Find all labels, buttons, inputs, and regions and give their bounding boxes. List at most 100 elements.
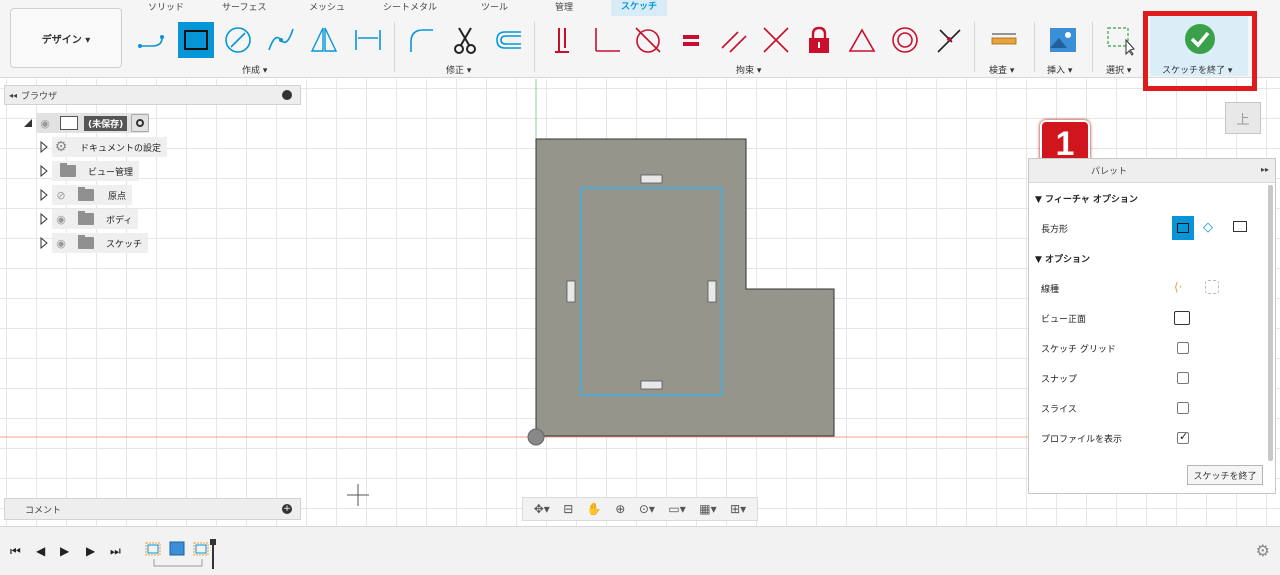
construction-line-icon[interactable]: ⟨·: [1174, 280, 1183, 294]
tab-mesh[interactable]: メッシュ: [309, 0, 345, 14]
ribbon-toolbar: デザイン ▾ ソリッド サーフェス メッシュ シートメタル ツール 管理 スケッ…: [0, 0, 1280, 78]
viewports-icon[interactable]: ⊞▾: [730, 502, 746, 516]
rect-3point-icon[interactable]: ◇: [1203, 220, 1213, 235]
fillet-tool-icon[interactable]: [403, 22, 439, 58]
callout-highlight: [1143, 11, 1257, 91]
tree-item-origin[interactable]: ⊘ 原点: [36, 185, 133, 205]
rect-center-icon[interactable]: [1233, 221, 1247, 232]
tree-item-sketches[interactable]: ◉ スケッチ: [36, 233, 149, 253]
add-comment-icon[interactable]: +: [282, 504, 292, 514]
concentric-constraint-icon[interactable]: [887, 22, 923, 58]
trim-tool-icon[interactable]: [447, 22, 483, 58]
palette-row-sketch-grid: スケッチ グリッド: [1041, 345, 1116, 355]
collapse-icon[interactable]: ◂◂: [5, 91, 21, 100]
snap-checkbox[interactable]: [1177, 372, 1189, 384]
rectangle-label: 長方形: [1041, 225, 1069, 235]
spline-tool-icon[interactable]: [263, 22, 299, 58]
folder-icon: [78, 235, 94, 249]
tangent-constraint-icon[interactable]: [630, 22, 666, 58]
workspace-switcher[interactable]: デザイン ▾: [10, 8, 122, 68]
symmetry-constraint-icon[interactable]: [844, 22, 880, 58]
tab-sketch[interactable]: スケッチ: [611, 0, 668, 16]
grid-settings-icon[interactable]: ▦▾: [699, 502, 716, 516]
tree-item-named-views[interactable]: ビュー管理: [36, 161, 140, 181]
modify-group-label[interactable]: 修正 ▾: [446, 63, 471, 76]
activate-radio[interactable]: [131, 114, 150, 132]
select-group-label[interactable]: 選択 ▾: [1106, 63, 1131, 76]
create-group-label[interactable]: 作成 ▾: [242, 63, 267, 76]
step-forward-icon[interactable]: ▶: [86, 544, 95, 558]
rectangle-tool-icon[interactable]: [178, 22, 214, 58]
tree-item-bodies[interactable]: ◉ ボディ: [36, 209, 139, 229]
measure-tool-icon[interactable]: [986, 22, 1022, 58]
select-tool-icon[interactable]: [1102, 22, 1138, 58]
dimension-tool-icon[interactable]: [350, 22, 386, 58]
step-back-icon[interactable]: ◀: [36, 544, 45, 558]
separator: [394, 22, 395, 72]
palette-row-linetype: 線種: [1041, 285, 1060, 295]
sketch-grid-checkbox[interactable]: [1177, 342, 1189, 354]
offset-tool-icon[interactable]: [489, 22, 525, 58]
tab-manage[interactable]: 管理: [555, 0, 573, 14]
palette-scrollbar[interactable]: [1268, 185, 1273, 461]
show-profile-checkbox[interactable]: [1177, 430, 1189, 444]
fix-constraint-icon[interactable]: [801, 22, 837, 58]
insert-group-label[interactable]: 挿入 ▾: [1047, 63, 1072, 76]
centerline-icon[interactable]: [1205, 280, 1219, 294]
pan-icon[interactable]: ✋: [587, 502, 602, 516]
look-at-icon[interactable]: [1174, 311, 1190, 325]
expand-arrows-icon[interactable]: ▸▸: [1261, 165, 1269, 174]
tab-surface[interactable]: サーフェス: [222, 0, 266, 14]
line-tool-icon[interactable]: [134, 22, 170, 58]
expand-triangle-icon[interactable]: [20, 118, 36, 128]
browser-panel-header[interactable]: ◂◂ ブラウザ: [4, 85, 301, 105]
settings-gear-icon[interactable]: ⚙: [1256, 541, 1270, 560]
inspect-group-label[interactable]: 検査 ▾: [989, 63, 1014, 76]
eye-hidden-icon[interactable]: ⊘: [52, 185, 70, 205]
expand-triangle-icon[interactable]: [36, 213, 52, 225]
insert-image-icon[interactable]: [1045, 22, 1081, 58]
circle-tool-icon[interactable]: [220, 22, 256, 58]
tab-solid[interactable]: ソリッド: [148, 0, 184, 14]
eye-icon[interactable]: ◉: [36, 113, 54, 133]
orbit-icon[interactable]: ✥▾: [534, 502, 550, 516]
timeline-features[interactable]: [144, 539, 224, 571]
rect-2point-icon[interactable]: [1172, 216, 1194, 240]
collinear-constraint-icon[interactable]: [930, 22, 966, 58]
go-to-start-icon[interactable]: ⏮: [10, 544, 21, 559]
mirror-tool-icon[interactable]: [306, 22, 342, 58]
equal-constraint-icon[interactable]: [673, 22, 709, 58]
slice-checkbox[interactable]: [1177, 402, 1189, 414]
options-heading[interactable]: ▼ オプション: [1035, 252, 1090, 265]
expand-triangle-icon[interactable]: [36, 141, 52, 153]
perpendicular-constraint-icon[interactable]: [588, 22, 624, 58]
go-to-end-icon[interactable]: ⏭: [110, 544, 121, 559]
feature-options-heading[interactable]: ▼ フィーチャ オプション: [1035, 192, 1138, 205]
tree-item-document-settings[interactable]: ⚙ ドキュメントの設定: [36, 137, 168, 157]
expand-triangle-icon[interactable]: [36, 237, 52, 249]
component-icon: [60, 116, 78, 130]
parallel-constraint-icon[interactable]: [716, 22, 752, 58]
fit-icon[interactable]: ⊙▾: [639, 502, 655, 516]
tree-root[interactable]: ◉ (未保存): [20, 113, 150, 133]
view-cube[interactable]: 上: [1225, 102, 1261, 134]
expand-triangle-icon[interactable]: [36, 189, 52, 201]
minus-icon[interactable]: [282, 90, 292, 100]
palette-finish-sketch-button[interactable]: スケッチを終了: [1187, 465, 1263, 485]
comments-panel[interactable]: コメント +: [4, 498, 301, 520]
palette-header[interactable]: パレット ▸▸: [1029, 159, 1275, 183]
eye-icon[interactable]: ◉: [52, 233, 70, 253]
expand-triangle-icon[interactable]: [36, 165, 52, 177]
folder-icon: [78, 187, 94, 201]
tab-sheetmetal[interactable]: シートメタル: [383, 0, 437, 14]
eye-icon[interactable]: ◉: [52, 209, 70, 229]
look-at-nav-icon[interactable]: ⊟: [563, 502, 573, 516]
separator: [1034, 22, 1035, 72]
zoom-icon[interactable]: ⊕: [615, 502, 625, 516]
play-icon[interactable]: ▶: [60, 544, 69, 558]
constraints-group-label[interactable]: 拘束 ▾: [736, 63, 761, 76]
tab-tools[interactable]: ツール: [481, 0, 508, 14]
midpoint-constraint-icon[interactable]: [758, 22, 794, 58]
display-settings-icon[interactable]: ▭▾: [668, 502, 685, 516]
coincident-constraint-icon[interactable]: [545, 22, 581, 58]
